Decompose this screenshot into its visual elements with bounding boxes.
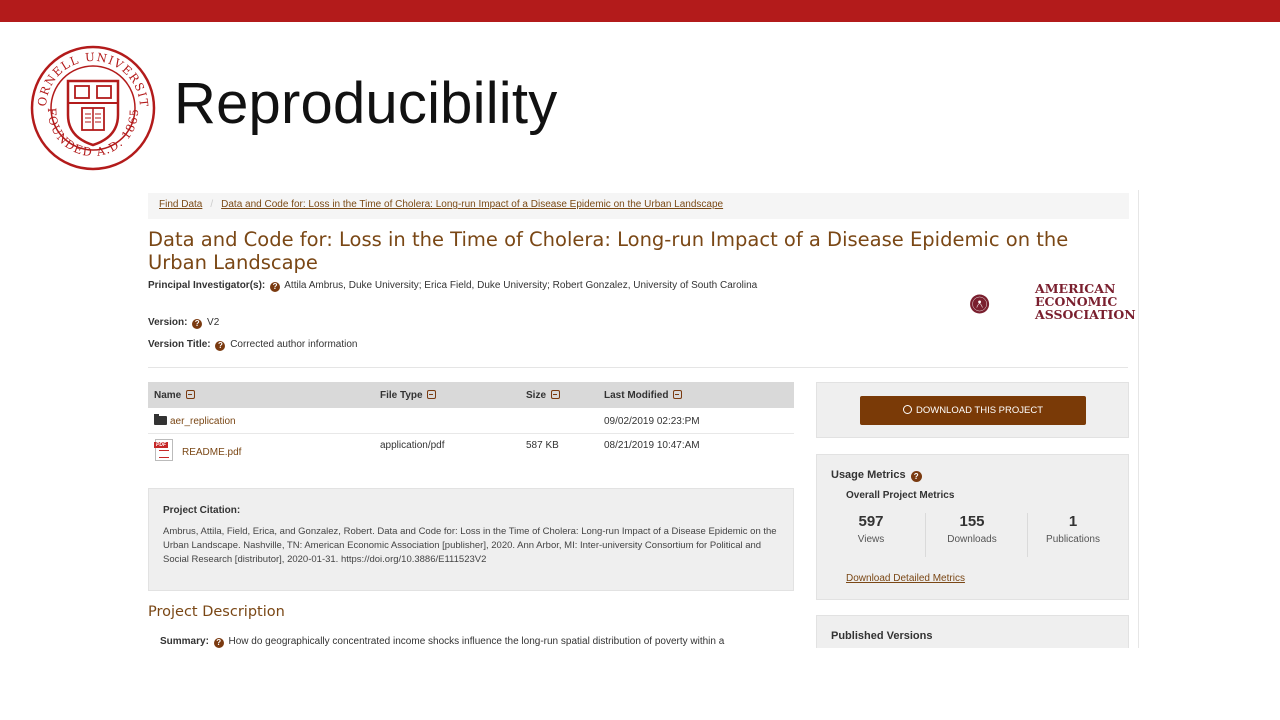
aea-emblem-icon	[970, 294, 990, 314]
sort-icon	[550, 390, 560, 399]
aea-line-3: ASSOCIATION	[1035, 307, 1136, 322]
breadcrumb-find-data[interactable]: Find Data	[159, 199, 202, 210]
col-last-modified[interactable]: Last Modified	[604, 390, 683, 401]
metric-value: 155	[959, 513, 985, 530]
metric-downloads: 155 Downloads	[922, 513, 1022, 545]
download-project-button[interactable]: DOWNLOAD THIS PROJECT	[860, 396, 1086, 425]
summary-label: Summary:	[160, 636, 209, 647]
version-title-label: Version Title:	[148, 339, 211, 350]
file-link[interactable]: README.pdf	[182, 447, 241, 458]
version-label: Version:	[148, 317, 188, 328]
summary-text: How do geographically concentrated incom…	[228, 636, 725, 647]
metric-views: 597 Views	[821, 513, 921, 545]
table-row: aer_replication 09/02/2019 02:23:PM	[148, 408, 794, 434]
pi-label: Principal Investigator(s):	[148, 280, 266, 291]
citation-text: Ambrus, Attila, Field, Erica, and Gonzal…	[163, 526, 777, 565]
col-file-type[interactable]: File Type	[380, 390, 437, 401]
metric-label: Publications	[1046, 534, 1100, 545]
file-name-cell[interactable]: aer_replication	[154, 414, 236, 427]
metric-value: 1	[1068, 513, 1078, 530]
help-icon[interactable]: ?	[213, 638, 224, 648]
col-last-modified-label: Last Modified	[604, 390, 669, 401]
pi-value: Attila Ambrus, Duke University; Erica Fi…	[284, 280, 758, 291]
metric-value: 597	[858, 513, 884, 530]
download-detailed-metrics-link[interactable]: Download Detailed Metrics	[846, 573, 965, 584]
usage-metrics-subtitle: Overall Project Metrics	[846, 490, 955, 501]
published-versions-title: Published Versions	[831, 630, 933, 642]
help-icon[interactable]: ?	[192, 319, 203, 329]
col-file-type-label: File Type	[380, 390, 423, 401]
version-row: Version: ? V2	[148, 317, 219, 329]
version-title-value: Corrected author information	[230, 339, 358, 350]
summary-row: Summary: ? How do geographically concent…	[160, 636, 724, 648]
usage-metrics-title: Usage Metrics ?	[831, 469, 924, 482]
principal-investigators: Principal Investigator(s): ? Attila Ambr…	[148, 280, 768, 292]
files-table: Name File Type Size Last Modified aer_re…	[148, 382, 794, 466]
folder-icon	[154, 414, 167, 425]
col-name-label: Name	[154, 390, 182, 401]
col-name[interactable]: Name	[154, 390, 196, 401]
file-type-cell: application/pdf	[380, 440, 445, 451]
download-label: DOWNLOAD THIS PROJECT	[915, 405, 1044, 416]
aea-logo-text: AMERICAN ECONOMIC ASSOCIATION	[1035, 282, 1136, 321]
slide-title: Reproducibility	[174, 71, 558, 136]
project-description-heading: Project Description	[148, 604, 285, 620]
divider	[148, 367, 1128, 368]
help-icon[interactable]: ?	[270, 282, 281, 292]
table-row: README.pdf application/pdf 587 KB 08/21/…	[148, 434, 794, 466]
files-table-header: Name File Type Size Last Modified	[148, 382, 794, 408]
download-panel: DOWNLOAD THIS PROJECT	[816, 382, 1129, 438]
breadcrumb-project[interactable]: Data and Code for: Loss in the Time of C…	[221, 199, 723, 210]
breadcrumb: Find Data / Data and Code for: Loss in the…	[148, 193, 1129, 219]
metric-label: Downloads	[947, 534, 997, 545]
sort-icon	[427, 390, 437, 399]
breadcrumb-separator: /	[210, 199, 214, 210]
col-size[interactable]: Size	[526, 390, 560, 401]
cornell-seal-logo: CORNELL UNIVERSITY FOUNDED A.D. 1865	[30, 45, 156, 171]
top-accent-bar	[0, 0, 1280, 22]
version-value: V2	[207, 317, 220, 328]
sort-icon	[186, 390, 196, 399]
citation-heading: Project Citation:	[163, 505, 241, 516]
file-modified-cell: 08/21/2019 10:47:AM	[604, 440, 700, 451]
col-size-label: Size	[526, 390, 547, 401]
sort-icon	[673, 390, 683, 399]
project-title: Data and Code for: Loss in the Time of C…	[148, 228, 1069, 274]
usage-metrics-label: Usage Metrics	[831, 469, 906, 481]
version-title-row: Version Title: ? Corrected author inform…	[148, 339, 357, 351]
published-versions-panel: Published Versions	[816, 615, 1129, 648]
project-citation-box: Project Citation: Ambrus, Attila, Field,…	[148, 488, 794, 591]
metric-label: Views	[857, 534, 885, 545]
help-icon[interactable]: ?	[215, 341, 226, 351]
download-icon	[902, 405, 912, 414]
usage-metrics-panel: Usage Metrics ? Overall Project Metrics …	[816, 454, 1129, 600]
file-modified-cell: 09/02/2019 02:23:PM	[604, 416, 700, 427]
help-icon[interactable]: ?	[910, 471, 922, 482]
icpsr-project-screenshot: Find Data / Data and Code for: Loss in the…	[147, 190, 1139, 648]
pdf-icon	[154, 439, 173, 461]
file-link[interactable]: aer_replication	[170, 416, 236, 427]
file-size-cell: 587 KB	[526, 440, 559, 451]
metric-publications: 1 Publications	[1023, 513, 1123, 545]
